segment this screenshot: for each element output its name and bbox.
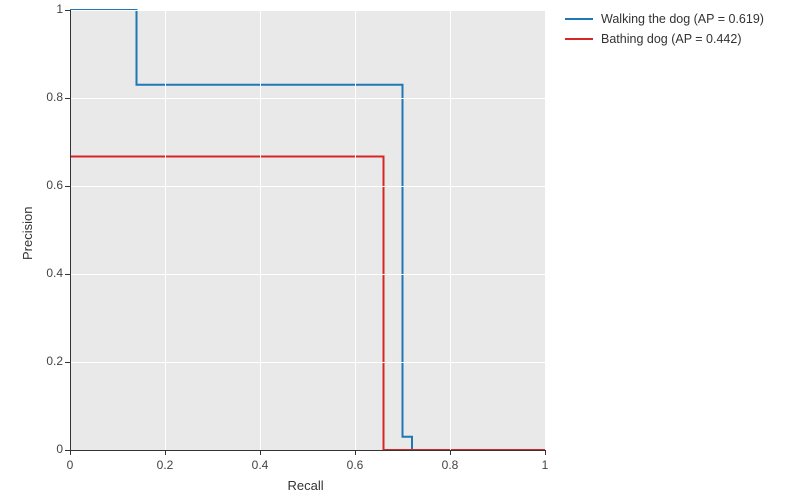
series-line <box>70 10 545 450</box>
x-tick-label: 0.2 <box>155 458 175 472</box>
x-axis-label: Recall <box>288 478 324 493</box>
y-tick-label: 0.4 <box>35 266 63 280</box>
legend-swatch <box>565 38 593 40</box>
y-tick-label: 1 <box>35 2 63 16</box>
legend-swatch <box>565 18 593 20</box>
legend: Walking the dog (AP = 0.619) Bathing dog … <box>565 10 764 50</box>
y-tick-label: 0.8 <box>35 90 63 104</box>
y-tick-label: 0.6 <box>35 178 63 192</box>
series-line <box>70 157 545 450</box>
chart-lines <box>0 0 791 502</box>
legend-label: Walking the dog (AP = 0.619) <box>601 12 764 26</box>
pr-curve-figure: Recall Precision Walking the dog (AP = 0… <box>0 0 791 502</box>
legend-label: Bathing dog (AP = 0.442) <box>601 32 742 46</box>
y-axis-label: Precision <box>20 207 35 260</box>
x-tick-label: 0.8 <box>440 458 460 472</box>
x-tick-label: 0.4 <box>250 458 270 472</box>
x-tick-label: 0.6 <box>345 458 365 472</box>
legend-item: Walking the dog (AP = 0.619) <box>565 10 764 28</box>
y-tick-label: 0 <box>35 442 63 456</box>
x-tick-label: 1 <box>535 458 555 472</box>
y-tick-label: 0.2 <box>35 354 63 368</box>
x-tick-label: 0 <box>60 458 80 472</box>
legend-item: Bathing dog (AP = 0.442) <box>565 30 764 48</box>
